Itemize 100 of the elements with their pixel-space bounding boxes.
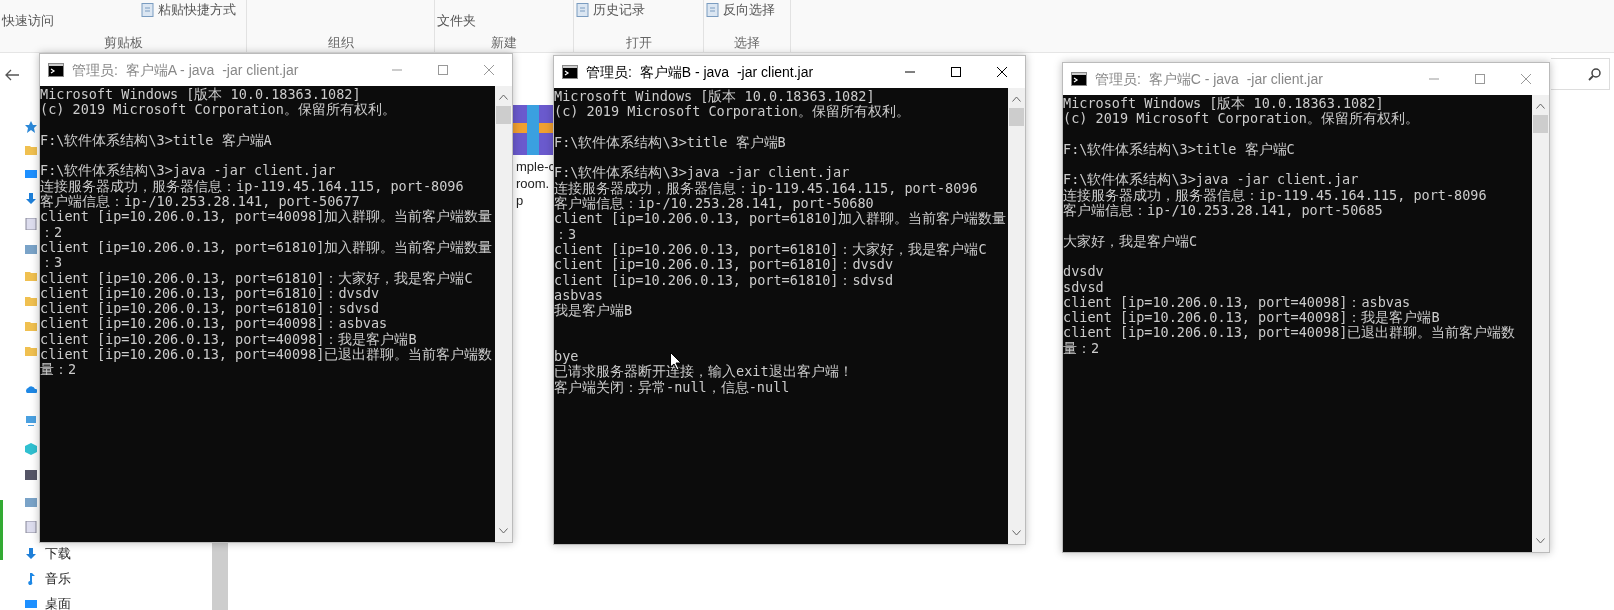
maximize-icon bbox=[951, 67, 961, 77]
console-line: 量：2 bbox=[1063, 340, 1100, 357]
console-line: (c) 2019 Microsoft Corporation。保留所有权利。 bbox=[554, 104, 910, 120]
down-icon bbox=[25, 547, 37, 560]
console-line: F:\软件体系结构\3>title 客户端C bbox=[1063, 141, 1295, 158]
console-line: F:\软件体系结构\3>title 客户端B bbox=[554, 134, 786, 151]
music-icon bbox=[25, 572, 37, 585]
console-line: client [ip=10.206.0.13, port=40098]已退出群聊。当前客户端数 bbox=[1063, 325, 1516, 341]
group-label: 打开 bbox=[624, 33, 653, 52]
ribbon-button[interactable]: 粘贴快捷方式 bbox=[141, 0, 236, 20]
folder-icon bbox=[25, 144, 37, 156]
console-line: F:\软件体系结构\3>java -jar client.jar bbox=[1063, 172, 1359, 188]
nav-item[interactable]: 下载 bbox=[25, 545, 71, 562]
console-line: 已请求服务器断开连接，输入exit退出客户端！ bbox=[554, 364, 853, 380]
console-line: dvsdv bbox=[1063, 264, 1104, 280]
image-icon bbox=[25, 496, 37, 508]
console-line: ：2 bbox=[40, 224, 63, 240]
console-line: 连接服务器成功，服务器信息：ip-119.45.164.115, port-8096 bbox=[40, 178, 464, 194]
search-icon bbox=[1588, 67, 1601, 81]
cloud-icon bbox=[25, 384, 37, 396]
back-arrow-icon[interactable] bbox=[5, 69, 19, 81]
ribbon-button[interactable]: 快速访问 bbox=[2, 11, 54, 31]
console-line: F:\软件体系结构\3>title 客户端A bbox=[40, 132, 272, 149]
screen-icon bbox=[25, 597, 37, 610]
scrollbar[interactable] bbox=[495, 86, 512, 542]
down-icon bbox=[25, 193, 37, 205]
scroll-down-icon[interactable] bbox=[499, 528, 508, 534]
close-icon bbox=[1521, 74, 1531, 84]
console-line: 客户端信息：ip-/10.253.28.141, port-50685 bbox=[1063, 203, 1383, 219]
console-line: client [ip=10.206.0.13, port=61810]：sdvsd bbox=[40, 301, 380, 317]
group-label: 选择 bbox=[733, 33, 761, 52]
scroll-up-icon[interactable] bbox=[1536, 103, 1545, 109]
pc-icon bbox=[25, 415, 37, 427]
console-line: 量：2 bbox=[40, 362, 77, 378]
console-line: client [ip=10.206.0.13, port=40098]：asbvas bbox=[1063, 294, 1411, 310]
console-line: 客户端信息：ip-/10.253.28.141, port-50677 bbox=[40, 194, 360, 210]
nav-item[interactable]: 音乐 bbox=[25, 570, 71, 587]
image-icon bbox=[25, 243, 37, 255]
console-line: Microsoft Windows [版本 10.0.18363.1082] bbox=[40, 87, 361, 102]
console-line: 客户端信息：ip-/10.253.28.141, port-50680 bbox=[554, 196, 874, 212]
console-line: client [ip=10.206.0.13, port=61810]加入群聊。当前客户端数量 bbox=[40, 239, 493, 256]
scrollbar[interactable] bbox=[1532, 95, 1549, 552]
cube-icon bbox=[25, 443, 37, 455]
document-icon bbox=[141, 2, 155, 17]
scroll-thumb[interactable] bbox=[1009, 108, 1024, 126]
group-label: 新建 bbox=[490, 33, 518, 52]
archive-icon bbox=[513, 105, 553, 155]
window-title: 管理员: 客户端B - java -jar client.jar bbox=[586, 62, 814, 82]
console-line: (c) 2019 Microsoft Corporation。保留所有权利。 bbox=[1063, 111, 1419, 127]
ribbon-button[interactable]: 文件夹 bbox=[437, 11, 476, 31]
console-line: 大家好，我是客户端C bbox=[1063, 233, 1198, 249]
screen-icon bbox=[25, 168, 37, 180]
folder-icon bbox=[25, 295, 37, 307]
scroll-down-icon[interactable] bbox=[1012, 530, 1021, 536]
scrollbar[interactable] bbox=[1008, 88, 1025, 544]
window-title: 管理员: 客户端A - java -jar client.jar bbox=[72, 60, 299, 80]
search-field[interactable] bbox=[1551, 58, 1610, 90]
console-line: Microsoft Windows [版本 10.0.18363.1082] bbox=[1063, 96, 1384, 111]
terminal-icon bbox=[562, 65, 578, 79]
ribbon-button[interactable]: 历史记录 bbox=[576, 0, 645, 20]
file-name: mple-c room. p bbox=[516, 158, 555, 208]
console-line: 我是客户端B bbox=[554, 303, 633, 319]
scroll-thumb[interactable] bbox=[496, 106, 511, 124]
console-line: client [ip=10.206.0.13, port=40098]已退出群聊。当前客户端数 bbox=[40, 347, 493, 363]
close-icon bbox=[997, 67, 1007, 77]
console-line: 客户端关闭：异常-null，信息-null bbox=[554, 379, 790, 395]
console-line: (c) 2019 Microsoft Corporation。保留所有权利。 bbox=[40, 102, 396, 118]
console-line: client [ip=10.206.0.13, port=61810]：dvsdv bbox=[40, 285, 380, 302]
terminal-icon bbox=[1071, 72, 1087, 86]
scroll-up-icon[interactable] bbox=[499, 94, 508, 100]
window-title: 管理员: 客户端C - java -jar client.jar bbox=[1095, 69, 1323, 89]
scroll-thumb[interactable] bbox=[1533, 115, 1548, 133]
console-line: client [ip=10.206.0.13, port=40098]：我是客户端B bbox=[1063, 310, 1440, 326]
console-line: client [ip=10.206.0.13, port=61810]：sdvsd bbox=[554, 272, 894, 288]
console-line: ：3 bbox=[554, 226, 577, 242]
maximize-icon bbox=[438, 65, 448, 75]
console-line: client [ip=10.206.0.13, port=61810]：大家好，我是客户端C bbox=[40, 270, 473, 286]
doc-icon bbox=[25, 521, 37, 533]
nav-scrollbar[interactable] bbox=[212, 540, 228, 610]
console-line: client [ip=10.206.0.13, port=40098]：asbvas bbox=[40, 316, 388, 332]
console-line: asbvas bbox=[554, 287, 603, 303]
status-strip bbox=[0, 500, 3, 560]
console-line: sdvsd bbox=[1063, 279, 1104, 295]
scroll-down-icon[interactable] bbox=[1536, 538, 1545, 544]
ribbon-button[interactable]: 反向选择 bbox=[706, 0, 775, 20]
console-line: Microsoft Windows [版本 10.0.18363.1082] bbox=[554, 89, 875, 104]
console-line: bye bbox=[554, 349, 579, 365]
close-icon bbox=[484, 65, 494, 75]
star-icon bbox=[25, 121, 37, 133]
video-icon bbox=[25, 469, 37, 481]
terminal-icon bbox=[48, 63, 64, 77]
folder-icon bbox=[25, 345, 37, 357]
group-label: 组织 bbox=[326, 33, 355, 52]
console-line: F:\软件体系结构\3>java -jar client.jar bbox=[554, 165, 850, 181]
console-line: client [ip=10.206.0.13, port=61810]加入群聊。当前客户端数量 bbox=[554, 211, 1007, 227]
scroll-up-icon[interactable] bbox=[1012, 96, 1021, 102]
nav-item[interactable]: 桌面 bbox=[25, 595, 71, 610]
console-line: F:\软件体系结构\3>java -jar client.jar bbox=[40, 163, 336, 179]
console-line: client [ip=10.206.0.13, port=61810]：dvsdv bbox=[554, 257, 894, 273]
console-line: ：3 bbox=[40, 255, 63, 271]
